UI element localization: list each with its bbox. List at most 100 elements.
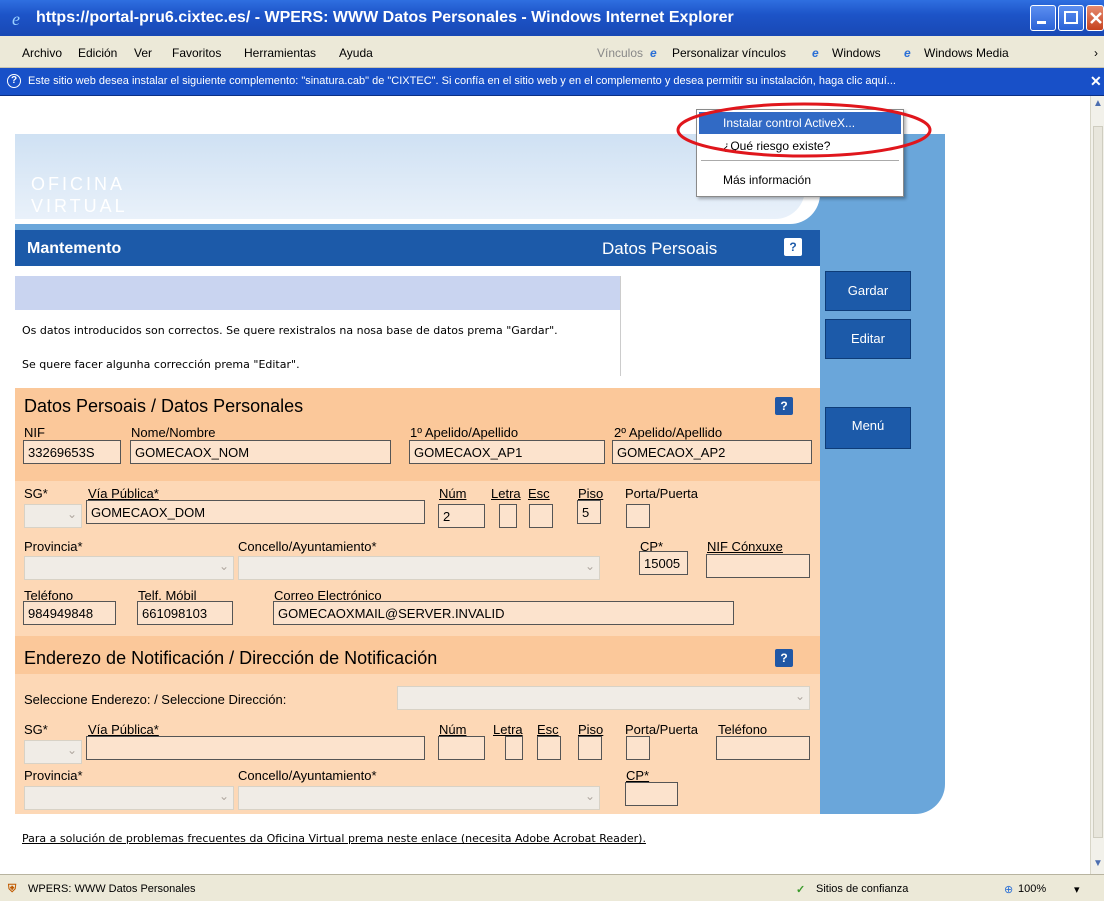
nif-label: NIF [24,425,45,440]
checkmark-icon: ✓ [796,884,806,896]
notif-esc-label: Esc [537,722,559,737]
zoom-icon: ⊕ [1004,884,1014,896]
notif-piso-label: Piso [578,722,604,737]
ap1-field[interactable]: GOMECAOX_AP1 [409,440,605,464]
notif-letra-label: Letra [493,722,523,737]
esc-label: Esc [528,486,550,501]
ie-link-icon: e [904,46,911,60]
page-content: OFICINA VIRTUAL Mantemento Datos Persoai… [0,96,1090,874]
correo-field[interactable]: GOMECAOXMAIL@SERVER.INVALID [273,601,734,625]
letra-label: Letra [491,486,521,501]
concello-select[interactable] [238,556,600,580]
message-line2: Se quere facer algunha corrección prema … [22,358,300,371]
message-line1: Os datos introducidos son correctos. Se … [22,324,558,337]
notif-sg-label: SG* [24,722,48,737]
close-window-button[interactable] [1086,5,1104,31]
save-button[interactable]: Gardar [825,271,911,311]
notif-porta-field[interactable] [626,736,650,760]
provincia-select[interactable] [24,556,234,580]
menu-favoritos[interactable]: Favoritos [172,46,221,60]
status-zoom[interactable]: 100% [1018,883,1046,895]
menu-button[interactable]: Menú [825,407,911,449]
porta-field[interactable] [626,504,650,528]
ap2-label: 2º Apelido/Apellido [614,425,723,440]
notif-cp-label: CP* [626,768,650,783]
edit-button[interactable]: Editar [825,319,911,359]
status-page-text: WPERS: WWW Datos Personales [28,883,196,895]
notif-section-title: Enderezo de Notificación / Dirección de … [24,648,438,668]
menu-edicion[interactable]: Edición [78,46,117,60]
num-label: Núm [439,486,467,501]
link-windows[interactable]: Windows [832,46,881,60]
letra-field[interactable] [499,504,517,528]
page-title: Mantemento [27,240,122,257]
notif-via-label: Vía Pública* [88,722,159,737]
notif-provincia-label: Provincia* [24,768,83,783]
sg-select[interactable] [24,504,82,528]
more-info-item[interactable]: Más información [723,173,811,187]
help-pdf-link[interactable]: Para a solución de problemas frecuentes … [22,832,646,845]
nif-conxuxe-field[interactable] [706,554,810,578]
logo-line2: VIRTUAL [31,196,128,216]
scrollbar-track[interactable] [1093,126,1103,838]
notif-esc-field[interactable] [537,736,561,760]
notif-telefono-field[interactable] [716,736,810,760]
notif-piso-field[interactable] [578,736,602,760]
warning-shield-icon: ⛨ [8,883,17,895]
maximize-button[interactable] [1058,5,1084,31]
zoom-dropdown-icon[interactable]: ▾ [1074,883,1080,896]
chevron-right-icon[interactable]: › [1094,46,1098,60]
ie-icon: e [10,8,30,29]
notif-letra-field[interactable] [505,736,523,760]
notif-concello-label: Concello/Ayuntamiento* [238,768,377,783]
porta-label: Porta/Puerta [625,486,698,501]
ie-link-icon: e [650,46,657,60]
movil-field[interactable]: 661098103 [137,601,233,625]
menu-ver[interactable]: Ver [134,46,152,60]
notif-via-field[interactable] [86,736,425,760]
notif-provincia-select[interactable] [24,786,234,810]
piso-field[interactable]: 5 [577,500,601,524]
nome-field[interactable]: GOMECAOX_NOM [130,440,391,464]
status-zone: Sitios de confianza [816,883,909,895]
piso-label: Piso [578,486,604,501]
vertical-scrollbar[interactable]: ▲ ▼ [1090,96,1104,874]
info-question-icon: ? [7,74,21,88]
notif-cp-field[interactable] [625,782,678,806]
ap2-field[interactable]: GOMECAOX_AP2 [612,440,812,464]
num-field[interactable]: 2 [438,504,485,528]
minimize-button[interactable] [1030,5,1056,31]
menu-herramientas[interactable]: Herramientas [244,46,316,60]
help-icon[interactable]: ? [775,397,793,415]
window-title: https://portal-pru6.cixtec.es/ - WPERS: … [36,9,734,26]
svg-text:e: e [12,9,20,28]
via-label: Vía Pública* [88,486,159,501]
ap1-label: 1º Apelido/Apellido [410,425,519,440]
select-address-select[interactable] [397,686,810,710]
cp-field[interactable]: 15005 [639,551,688,575]
provincia-label: Provincia* [24,539,83,554]
divider [620,276,621,376]
notif-concello-select[interactable] [238,786,600,810]
notif-sg-select[interactable] [24,740,82,764]
menu-archivo[interactable]: Archivo [22,46,62,60]
nif-field[interactable]: 33269653S [23,440,121,464]
telefono-field[interactable]: 984949848 [23,601,116,625]
link-personalizar[interactable]: Personalizar vínculos [672,46,786,60]
info-close-icon[interactable]: ✕ [1090,73,1102,90]
help-icon[interactable]: ? [784,238,802,256]
scroll-down-icon[interactable]: ▼ [1093,858,1103,869]
logo-line1: OFICINA [31,174,126,194]
notif-num-field[interactable] [438,736,485,760]
via-field[interactable]: GOMECAOX_DOM [86,500,425,524]
scroll-up-icon[interactable]: ▲ [1093,98,1103,109]
annotation-ellipse [676,102,932,158]
info-bar-message[interactable]: Este sitio web desea instalar el siguien… [28,75,1083,87]
ie-link-icon: e [812,46,819,60]
link-windows-media[interactable]: Windows Media [924,46,1009,60]
menu-ayuda[interactable]: Ayuda [339,46,373,60]
title-bar: e https://portal-pru6.cixtec.es/ - WPERS… [0,0,1104,36]
help-icon[interactable]: ? [775,649,793,667]
esc-field[interactable] [529,504,553,528]
info-bar[interactable]: ? Este sitio web desea instalar el sigui… [0,68,1104,96]
